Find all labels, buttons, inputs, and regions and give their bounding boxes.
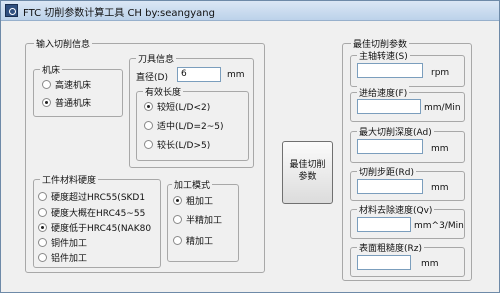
mode-option-label: 精加工: [186, 237, 214, 247]
diameter-input[interactable]: 6: [177, 67, 221, 82]
machine-option-high-speed[interactable]: 高速机床: [42, 80, 91, 92]
machining-mode-title: 加工模式: [172, 178, 213, 191]
mode-option-label: 粗加工: [186, 197, 214, 207]
output-field-label: 进给速度(F): [357, 86, 410, 99]
radio-button[interactable]: [144, 102, 153, 111]
machine-option-standard[interactable]: 普通机床: [42, 98, 91, 110]
output-field-unit: mm: [431, 144, 449, 154]
output-field-unit: mm^3/Min: [414, 221, 464, 231]
removal-rate-output[interactable]: [357, 217, 411, 232]
radio-button[interactable]: [144, 121, 153, 130]
tool-info-title: 刀具信息: [136, 52, 177, 65]
output-field-label: 材料去除速度(Qv): [357, 203, 435, 216]
radio-button[interactable]: [38, 238, 47, 247]
mode-option-finish[interactable]: 精加工: [173, 236, 213, 248]
output-field-label: 最大切削深度(Ad): [357, 125, 434, 138]
material-option-aluminum[interactable]: 铝件加工: [38, 253, 87, 265]
calculate-button[interactable]: 最佳切削 参数: [282, 141, 333, 204]
radio-button[interactable]: [38, 192, 47, 201]
radio-button[interactable]: [38, 253, 47, 262]
app-icon: [5, 4, 18, 17]
radio-button[interactable]: [38, 208, 47, 217]
output-field-unit: mm/Min: [424, 103, 461, 113]
radio-button[interactable]: [38, 223, 47, 232]
radio-button[interactable]: [42, 98, 51, 107]
material-option-label: 硬度超过HRC55(SKD1: [51, 193, 146, 203]
radio-button[interactable]: [173, 236, 182, 245]
material-option-2[interactable]: 硬度大概在HRC45~55: [38, 208, 159, 220]
diameter-unit: mm: [227, 70, 245, 80]
radio-button[interactable]: [144, 140, 153, 149]
length-option-short[interactable]: 较短(L/D<2): [144, 102, 210, 114]
effective-length-title: 有效长度: [143, 85, 184, 98]
max-depth-output[interactable]: [357, 139, 423, 154]
radio-button[interactable]: [42, 80, 51, 89]
diameter-label: 直径(D): [136, 73, 168, 83]
material-option-label: 硬度大概在HRC45~55: [51, 209, 146, 219]
output-field-label: 切削步距(Rd): [357, 165, 416, 178]
machine-option-label: 高速机床: [55, 81, 92, 91]
length-option-medium[interactable]: 适中(L/D=2~5): [144, 121, 224, 133]
input-info-title: 输入切削信息: [34, 37, 93, 50]
material-option-copper[interactable]: 铜件加工: [38, 238, 87, 250]
length-option-label: 较短(L/D<2): [157, 103, 211, 113]
material-hardness-title: 工件材料硬度: [40, 173, 99, 186]
title-bar[interactable]: FTC 切削参数计算工具 CH by:seangyang: [1, 1, 499, 21]
material-option-3[interactable]: 硬度低于HRC45(NAK80: [38, 223, 159, 235]
calculate-button-line1: 最佳切削: [289, 160, 326, 170]
material-option-label: 铝件加工: [51, 254, 88, 264]
app-window: FTC 切削参数计算工具 CH by:seangyang 输入切削信息 机床 高…: [0, 0, 500, 293]
output-field-unit: mm: [431, 183, 449, 193]
feed-rate-output[interactable]: [357, 99, 421, 114]
mode-option-label: 半精加工: [186, 216, 223, 226]
radio-button[interactable]: [173, 196, 182, 205]
machine-option-label: 普通机床: [55, 99, 92, 109]
radio-button[interactable]: [173, 215, 182, 224]
output-field-label: 表面粗糙度(Rz): [357, 241, 425, 254]
material-option-label: 硬度低于HRC45(NAK80: [51, 224, 152, 234]
mode-option-semi-finish[interactable]: 半精加工: [173, 215, 222, 227]
output-field-unit: rpm: [431, 68, 450, 78]
spindle-speed-output[interactable]: [357, 63, 423, 78]
roughness-output[interactable]: [357, 255, 411, 270]
material-option-1[interactable]: 硬度超过HRC55(SKD1: [38, 192, 159, 204]
output-field-label: 主轴转速(S): [357, 49, 410, 62]
length-option-label: 较长(L/D>5): [157, 141, 211, 151]
machine-title: 机床: [40, 63, 63, 76]
length-option-long[interactable]: 较长(L/D>5): [144, 140, 210, 152]
mode-option-rough[interactable]: 粗加工: [173, 196, 213, 208]
output-field-unit: mm: [421, 259, 439, 269]
material-option-label: 铜件加工: [51, 239, 88, 249]
step-over-output[interactable]: [357, 179, 423, 194]
calculate-button-line2: 参数: [298, 172, 317, 182]
length-option-label: 适中(L/D=2~5): [157, 122, 224, 132]
window-title: FTC 切削参数计算工具 CH by:seangyang: [23, 8, 215, 19]
